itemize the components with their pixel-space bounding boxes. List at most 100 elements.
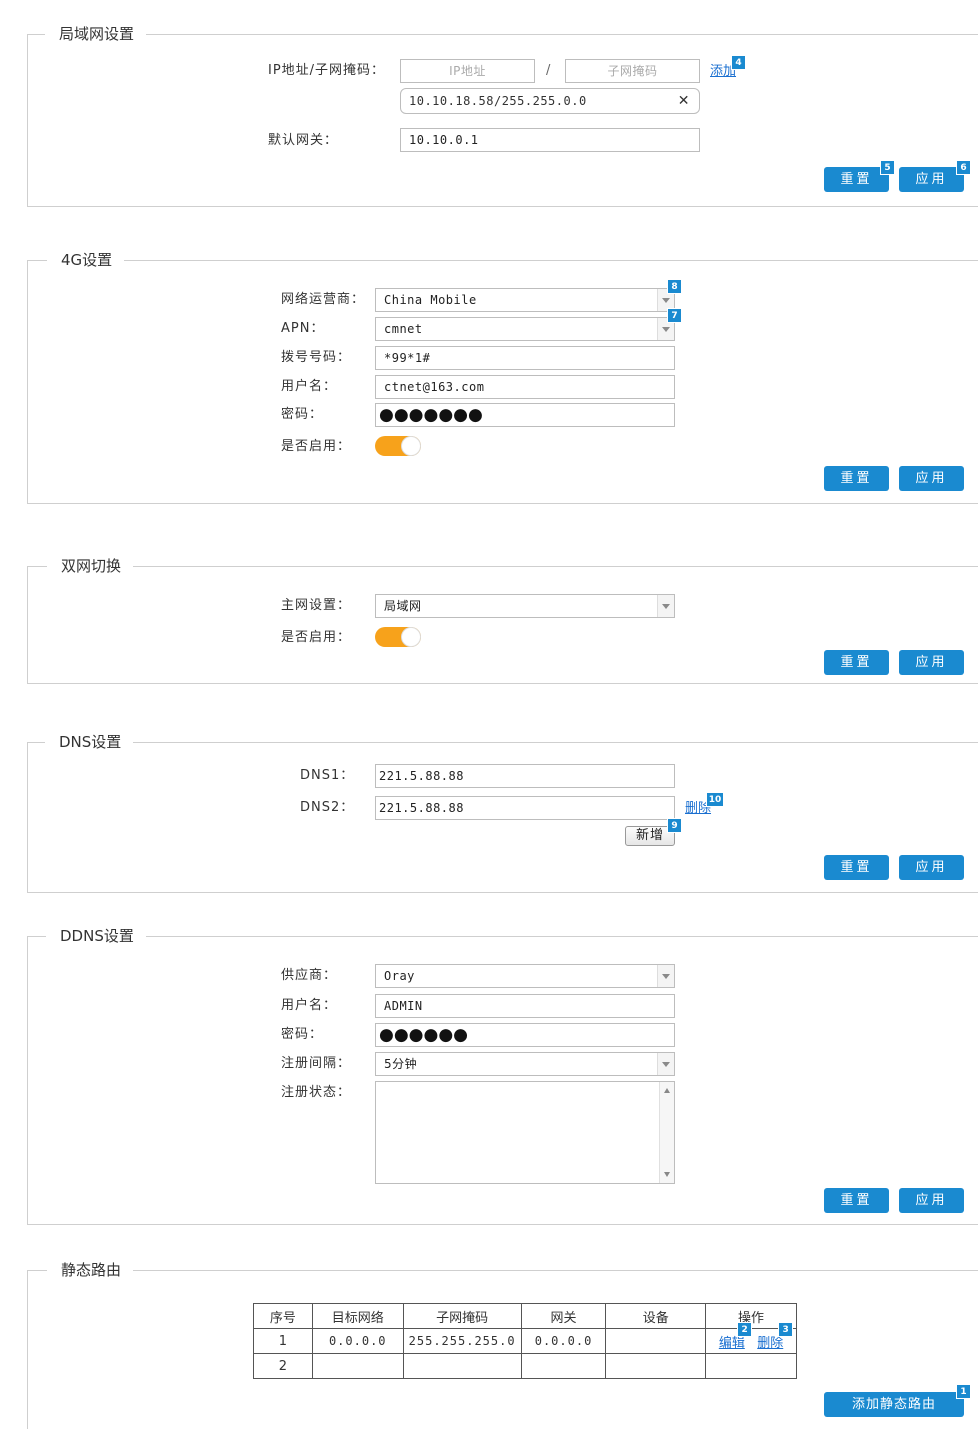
row-actions: [705, 1353, 797, 1379]
dial-number-input[interactable]: *99*1#: [375, 346, 675, 370]
ddns-reset-button[interactable]: 重置: [824, 1188, 889, 1213]
dual-apply-button[interactable]: 应用: [899, 650, 964, 675]
toggle-knob: [401, 436, 421, 456]
apn-label: APN：: [281, 321, 325, 336]
4g-password-label: 密码：: [281, 407, 324, 422]
ip-mask-separator: /: [546, 63, 552, 78]
scroll-down-icon[interactable]: [664, 1172, 670, 1177]
ip-entry-chip: 10.10.18.58/255.255.0.0 ✕: [400, 88, 700, 114]
dns1-input[interactable]: 221.5.88.88: [375, 764, 675, 788]
4g-username-input[interactable]: ctnet@163.com: [375, 375, 675, 399]
row-device: [605, 1353, 707, 1379]
ddns-password-input[interactable]: ●●●●●●: [375, 1023, 675, 1047]
dns-reset-button[interactable]: 重置: [824, 855, 889, 880]
4g-settings-legend: 4G设置: [47, 250, 125, 270]
toggle-knob: [401, 627, 421, 647]
ddns-status-label: 注册状态：: [281, 1085, 352, 1100]
add-ip-badge: 4: [731, 55, 746, 70]
operator-select[interactable]: China Mobile: [375, 288, 675, 312]
dns-apply-button[interactable]: 应用: [899, 855, 964, 880]
remove-entry-icon[interactable]: ✕: [678, 89, 690, 113]
chevron-down-icon[interactable]: [657, 1053, 674, 1075]
column-header: 子网掩码: [402, 1303, 522, 1329]
row-device: [605, 1328, 707, 1354]
dual-reset-button[interactable]: 重置: [824, 650, 889, 675]
ddns-provider-select[interactable]: Oray: [375, 964, 675, 988]
lan-settings-legend: 局域网设置: [45, 24, 147, 44]
dns-add-badge: 9: [667, 818, 682, 833]
ddns-provider-label: 供应商：: [281, 968, 338, 983]
column-header: 目标网络: [311, 1303, 404, 1329]
ddns-interval-select[interactable]: 5分钟: [375, 1052, 675, 1076]
dual-network-legend: 双网切换: [47, 556, 134, 576]
row-actions: 编辑 2 删除 3: [705, 1322, 797, 1354]
subnet-mask-input[interactable]: 子网掩码: [565, 59, 700, 83]
operator-label: 网络运营商：: [281, 292, 366, 307]
add-static-route-badge: 1: [956, 1384, 971, 1399]
column-header: 设备: [605, 1303, 707, 1329]
4g-username-label: 用户名：: [281, 379, 338, 394]
dial-number-label: 拨号号码：: [281, 350, 352, 365]
table-row: 2: [253, 1353, 797, 1379]
column-header: 序号: [253, 1303, 313, 1329]
row-gateway: [520, 1353, 607, 1379]
dual-enable-toggle[interactable]: [375, 627, 421, 647]
delete-route-link[interactable]: 删除: [757, 1336, 783, 1351]
row-target: [311, 1353, 404, 1379]
table-header-row: 序号 目标网络 子网掩码 网关 设备 操作: [253, 1303, 797, 1329]
row-gateway: 0.0.0.0: [520, 1328, 607, 1354]
4g-reset-button[interactable]: 重置: [824, 466, 889, 491]
ddns-password-label: 密码：: [281, 1027, 324, 1042]
row-mask: 255.255.255.0: [402, 1328, 522, 1354]
row-mask: [402, 1353, 522, 1379]
4g-enable-label: 是否启用：: [281, 439, 352, 454]
ip-mask-label: IP地址/子网掩码：: [268, 63, 386, 78]
gateway-input[interactable]: 10.10.0.1: [400, 128, 700, 152]
ddns-username-input[interactable]: ADMIN: [375, 994, 675, 1018]
dns2-input[interactable]: 221.5.88.88: [375, 796, 675, 820]
ddns-provider-value: Oray: [384, 969, 415, 983]
scrollbar[interactable]: [659, 1082, 674, 1183]
row-target: 0.0.0.0: [311, 1328, 404, 1354]
dual-enable-label: 是否启用：: [281, 630, 352, 645]
ip-entry-text: 10.10.18.58/255.255.0.0: [409, 94, 587, 108]
delete-route-badge: 3: [778, 1322, 794, 1337]
ddns-status-textarea[interactable]: [375, 1081, 675, 1184]
row-index: 2: [253, 1353, 313, 1379]
main-network-value: 局域网: [384, 599, 422, 613]
operator-badge: 8: [667, 279, 682, 294]
dns2-label: DNS2：: [300, 800, 355, 815]
4g-enable-toggle[interactable]: [375, 436, 421, 456]
4g-password-input[interactable]: ●●●●●●●: [375, 403, 675, 427]
apn-select[interactable]: cmnet: [375, 317, 675, 341]
edit-route-badge: 2: [737, 1322, 753, 1337]
apn-value: cmnet: [384, 322, 423, 336]
main-network-label: 主网设置：: [281, 598, 352, 613]
main-network-select[interactable]: 局域网: [375, 594, 675, 618]
dns-settings-legend: DNS设置: [45, 732, 134, 752]
table-row: 1 0.0.0.0 255.255.255.0 0.0.0.0 编辑 2 删除 …: [253, 1322, 797, 1354]
column-header: 网关: [520, 1303, 607, 1329]
dns-delete-badge: 10: [706, 792, 724, 807]
chevron-down-icon[interactable]: [657, 595, 674, 617]
ddns-interval-label: 注册间隔：: [281, 1056, 352, 1071]
gateway-label: 默认网关：: [268, 133, 339, 148]
ddns-apply-button[interactable]: 应用: [899, 1188, 964, 1213]
ddns-settings-legend: DDNS设置: [46, 926, 146, 946]
lan-apply-button[interactable]: 应用: [899, 167, 964, 192]
lan-apply-badge: 6: [956, 160, 971, 175]
operator-value: China Mobile: [384, 293, 477, 307]
chevron-down-icon[interactable]: [657, 965, 674, 987]
add-static-route-button[interactable]: 添加静态路由: [824, 1392, 964, 1417]
ddns-interval-value: 5分钟: [384, 1057, 418, 1071]
row-index: 1: [253, 1328, 313, 1354]
ip-address-input[interactable]: IP地址: [400, 59, 535, 83]
ddns-username-label: 用户名：: [281, 998, 338, 1013]
lan-reset-badge: 5: [880, 160, 895, 175]
apn-badge: 7: [667, 308, 682, 323]
static-route-legend: 静态路由: [47, 1260, 134, 1280]
dns1-label: DNS1：: [300, 768, 355, 783]
4g-apply-button[interactable]: 应用: [899, 466, 964, 491]
scroll-up-icon[interactable]: [664, 1088, 670, 1093]
static-route-table: 序号 目标网络 子网掩码 网关 设备 操作 1 0.0.0.0 255.255.…: [253, 1303, 797, 1379]
